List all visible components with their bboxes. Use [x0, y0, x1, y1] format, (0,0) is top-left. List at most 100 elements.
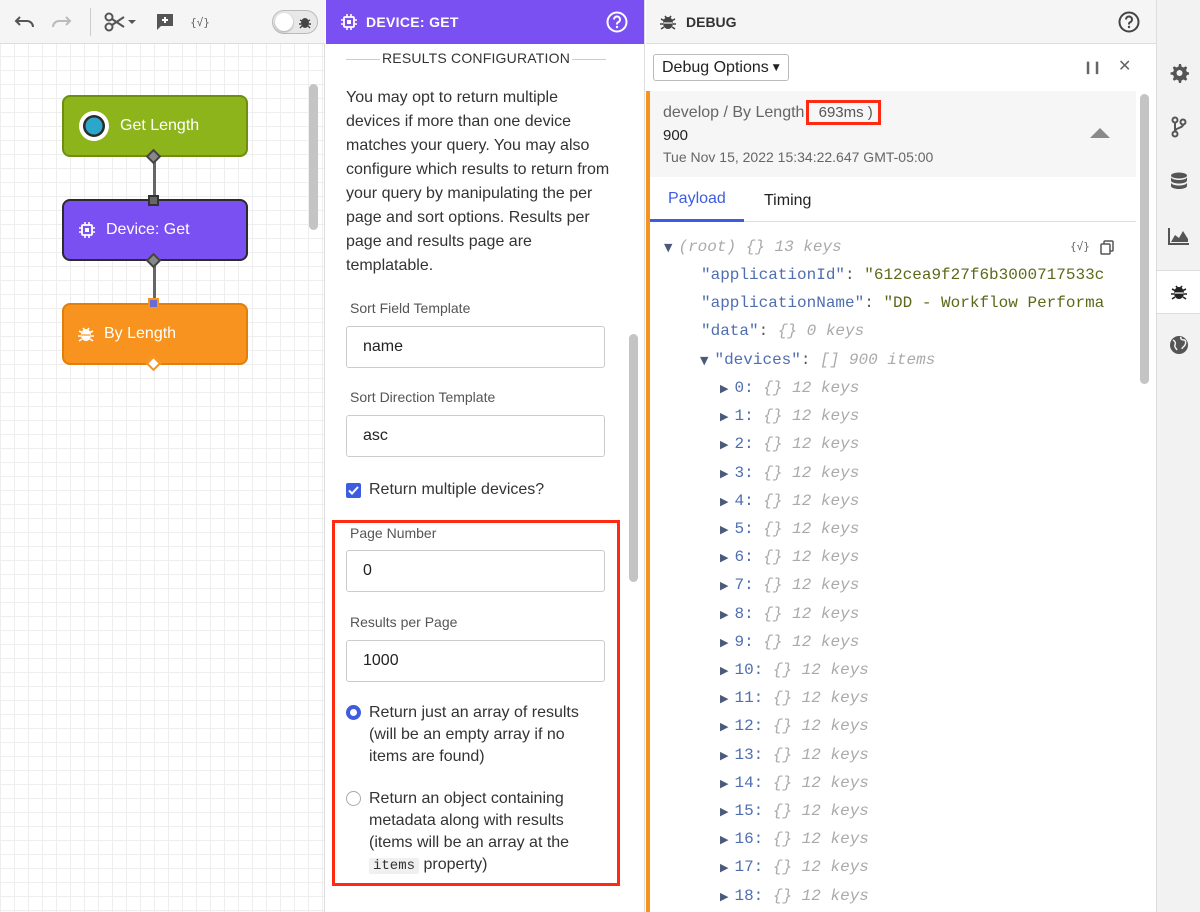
tree-key: 15	[734, 802, 754, 820]
tree-row-device-item[interactable]: ▶ 11: {} 12 keys	[720, 689, 869, 713]
rail-debug-button[interactable]	[1157, 270, 1200, 314]
tree-value: "DD - Workflow Performa	[883, 294, 1105, 312]
node-by-length[interactable]: By Length	[62, 303, 248, 365]
tree-colon: :	[800, 351, 821, 369]
clear-button[interactable]: ✕	[1118, 56, 1131, 76]
help-icon[interactable]	[606, 11, 628, 33]
template-vars-button[interactable]: {√}	[188, 9, 212, 35]
chart-icon	[1168, 228, 1189, 245]
input-port[interactable]	[148, 195, 159, 206]
tree-row-device-item[interactable]: ▶ 2: {} 12 keys	[720, 435, 859, 459]
tree-row-root[interactable]: ▼ (root) {} 13 keys	[664, 238, 842, 262]
bug-icon	[78, 325, 94, 343]
tree-row-device-item[interactable]: ▶ 13: {} 12 keys	[720, 746, 869, 770]
checkbox-checked-icon	[346, 482, 361, 498]
tree-row-device-item[interactable]: ▶ 7: {} 12 keys	[720, 576, 859, 600]
canvas-scrollbar[interactable]	[309, 84, 318, 230]
add-comment-button[interactable]	[154, 9, 176, 35]
sort-field-input[interactable]: name	[346, 326, 605, 368]
tree-row-device-item[interactable]: ▶ 10: {} 12 keys	[720, 661, 869, 685]
tree-row-device-item[interactable]: ▶ 5: {} 12 keys	[720, 520, 859, 544]
tree-row-device-item[interactable]: ▶ 14: {} 12 keys	[720, 774, 869, 798]
collapsed-caret-icon: ▶	[720, 579, 729, 593]
debug-mode-toggle[interactable]	[272, 10, 318, 34]
tab-timing[interactable]: Timing	[746, 179, 829, 222]
tree-row-data[interactable]: "data": {} 0 keys	[701, 322, 864, 346]
sort-direction-input[interactable]: asc	[346, 415, 605, 457]
tree-row-device-item[interactable]: ▶ 6: {} 12 keys	[720, 548, 859, 572]
return-multiple-checkbox[interactable]: Return multiple devices?	[346, 481, 544, 499]
collapse-caret-icon[interactable]	[1090, 128, 1110, 138]
template-vars-icon[interactable]: {√}	[1070, 240, 1090, 255]
rail-stats-button[interactable]	[1157, 214, 1200, 258]
branch-icon	[1171, 116, 1187, 138]
tree-meta: {} 12 keys	[772, 661, 869, 679]
debug-options-label: Debug Options	[662, 58, 769, 76]
collapsed-caret-icon: ▶	[720, 720, 729, 734]
collapsed-caret-icon: ▶	[720, 692, 729, 706]
tree-meta: {} 12 keys	[763, 463, 860, 482]
tree-row-device-item[interactable]: ▶ 8: {} 12 keys	[720, 605, 859, 629]
tree-key: 18	[734, 886, 754, 905]
rail-global-button[interactable]	[1157, 323, 1200, 367]
debug-scrollbar[interactable]	[1140, 94, 1149, 384]
copy-icon[interactable]	[1100, 240, 1114, 255]
tree-row-device-item[interactable]: ▶ 9: {} 12 keys	[720, 633, 859, 657]
undo-button[interactable]	[12, 9, 38, 35]
rail-storage-button[interactable]	[1157, 160, 1200, 204]
tree-colon: :	[753, 717, 773, 736]
tree-colon: :	[753, 886, 773, 905]
panel-title: DEVICE: GET	[366, 14, 459, 30]
template-vars-icon: {√}	[190, 15, 210, 29]
tree-row-device-item[interactable]: ▶ 12: {} 12 keys	[720, 717, 869, 741]
tree-row-device-item[interactable]: ▶ 16: {} 12 keys	[720, 830, 869, 854]
node-device-get[interactable]: Device: Get	[62, 199, 248, 261]
cut-menu-button[interactable]	[104, 9, 138, 35]
debug-message-header[interactable]: develop / By Length 693ms ) 900 Tue Nov …	[650, 91, 1136, 177]
tree-meta: {} 12 keys	[763, 520, 860, 538]
tree-row-device-item[interactable]: ▶ 18: {} 12 keys	[720, 887, 869, 911]
tree-row-application-id[interactable]: "applicationId": "612cea9f27f6b300071753…	[701, 266, 1104, 290]
node-label: Get Length	[120, 117, 200, 134]
tree-row-device-item[interactable]: ▶ 1: {} 12 keys	[720, 407, 859, 431]
rail-settings-button[interactable]	[1157, 51, 1200, 95]
tree-colon: :	[744, 576, 764, 595]
input-port[interactable]	[148, 298, 159, 309]
panel-scrollbar[interactable]	[629, 334, 638, 582]
workflow-canvas[interactable]: {√} Get Length Device: Get By Length	[0, 0, 325, 912]
debug-panel: DEBUG Debug Options ▼ ❙❙ ✕ develop / By …	[646, 0, 1156, 912]
add-comment-icon	[157, 14, 173, 30]
help-icon[interactable]	[1118, 11, 1140, 33]
tree-row-device-item[interactable]: ▶ 15: {} 12 keys	[720, 802, 869, 826]
tree-colon: :	[753, 830, 773, 849]
pause-button[interactable]: ❙❙	[1083, 60, 1102, 74]
tab-payload[interactable]: Payload	[650, 179, 744, 222]
redo-button[interactable]	[48, 9, 74, 35]
rail-versions-button[interactable]	[1157, 105, 1200, 149]
tree-key: "devices"	[714, 351, 801, 369]
tree-key: 14	[734, 773, 754, 792]
tree-row-device-item[interactable]: ▶ 4: {} 12 keys	[720, 492, 859, 516]
node-get-length[interactable]: Get Length	[62, 95, 248, 157]
globe-icon	[1170, 336, 1188, 354]
highlight-annotation	[332, 520, 620, 886]
tree-colon: :	[845, 266, 865, 284]
debug-options-dropdown[interactable]: Debug Options ▼	[653, 54, 789, 81]
tree-key: 11	[734, 689, 754, 708]
tree-row-devices[interactable]: ▼ "devices": [] 900 items	[700, 351, 935, 375]
tree-row-device-item[interactable]: ▶ 17: {} 12 keys	[720, 858, 869, 882]
workflow-editor: {√} Get Length Device: Get By Length DEV…	[0, 0, 1200, 912]
tree-meta: {} 12 keys	[772, 858, 869, 877]
tree-row-device-item[interactable]: ▶ 3: {} 12 keys	[720, 464, 859, 488]
tree-meta: {} 12 keys	[772, 689, 869, 708]
tree-row-application-name[interactable]: "applicationName": "DD - Workflow Perfor…	[701, 294, 1104, 318]
tree-meta: {} 12 keys	[763, 379, 860, 397]
tree-colon: :	[753, 858, 773, 877]
message-path: develop / By Length 693ms )	[663, 100, 881, 125]
collapsed-caret-icon: ▶	[720, 861, 729, 875]
tree-key: 8	[734, 604, 745, 623]
tree-key: 16	[734, 830, 754, 849]
toolbar-divider	[90, 8, 91, 36]
tree-row-device-item[interactable]: ▶ 0: {} 12 keys	[720, 379, 859, 403]
sort-direction-value: asc	[363, 427, 388, 444]
